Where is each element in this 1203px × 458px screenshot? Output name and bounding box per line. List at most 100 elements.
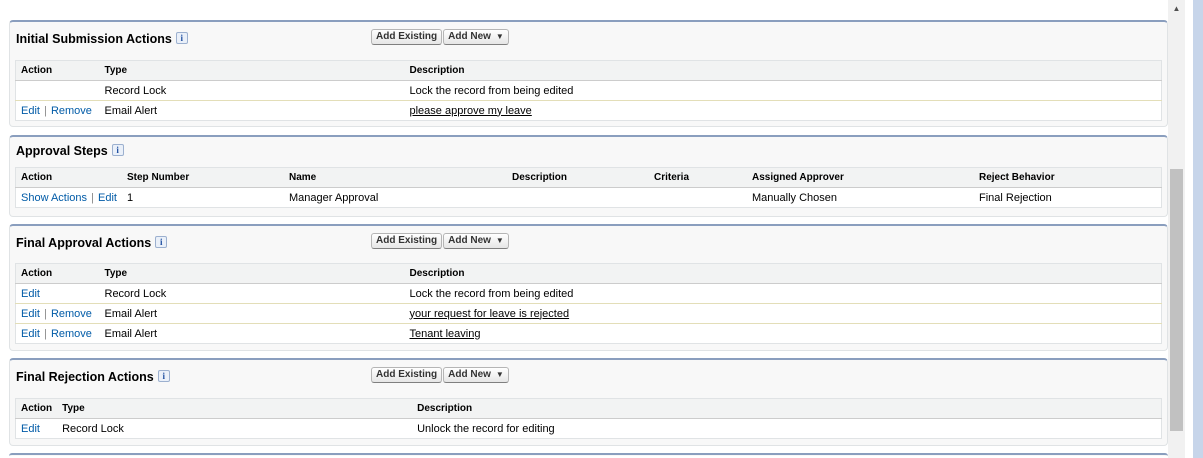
description-cell: Lock the record from being edited xyxy=(404,80,1162,101)
column-header-description: Description xyxy=(404,60,1162,81)
action-cell: Show Actions | Edit xyxy=(16,188,123,208)
table-header-row: Action Type Description xyxy=(15,398,1162,419)
table-row: Edit | Remove Email Alert Tenant leaving xyxy=(16,324,1162,344)
table-row: Edit Record Lock Unlock the record for e… xyxy=(16,419,1162,439)
description-cell xyxy=(507,188,649,208)
table-header-row: Action Step Number Name Description Crit… xyxy=(15,167,1162,188)
type-cell: Email Alert xyxy=(99,303,405,324)
description-cell: your request for leave is rejected xyxy=(404,303,1162,324)
scroll-thumb[interactable] xyxy=(1170,169,1183,431)
column-header-type: Type xyxy=(99,263,405,284)
description-cell: please approve my leave xyxy=(405,101,1162,121)
table-row: Edit | Remove Email Alert your request f… xyxy=(15,303,1162,324)
type-cell: Record Lock xyxy=(62,422,124,435)
final-rejection-section: Final Rejection Actions i Add Existing Add… xyxy=(9,358,1168,446)
separator: | xyxy=(40,327,50,340)
edit-link[interactable]: Edit xyxy=(21,288,40,300)
action-cell: Edit | Remove xyxy=(15,303,100,324)
info-icon[interactable]: i xyxy=(155,236,168,248)
info-icon[interactable]: i xyxy=(157,370,170,382)
approval-steps-title: Approval Steps xyxy=(16,144,108,158)
info-icon[interactable]: i xyxy=(111,144,124,156)
separator: | xyxy=(88,191,98,204)
email-alert-link[interactable]: Tenant leaving xyxy=(410,328,481,340)
email-alert-link[interactable]: your request for leave is rejected xyxy=(410,308,570,320)
description-cell: Unlock the record for editing xyxy=(417,422,555,435)
email-alert-link[interactable]: please approve my leave xyxy=(410,105,532,117)
column-header-name: Name xyxy=(284,167,507,188)
type-cell: Email Alert xyxy=(104,104,158,117)
name-cell: Manager Approval xyxy=(289,191,379,204)
final-rejection-table: Action Type Description Edit Record Lock… xyxy=(15,398,1162,439)
edit-link[interactable]: Edit xyxy=(21,423,40,435)
table-header-row: Action Type Description xyxy=(15,263,1162,284)
section-title: Initial Submission Actions i xyxy=(16,32,188,46)
table-row: Record Lock Lock the record from being e… xyxy=(15,80,1162,101)
column-header-action: Action xyxy=(15,398,58,419)
section-title: Final Rejection Actions i xyxy=(16,370,170,384)
add-new-button[interactable]: Add New ▼ xyxy=(443,29,509,45)
add-new-label: Add New xyxy=(448,369,491,380)
separator: | xyxy=(40,104,50,117)
column-header-action: Action xyxy=(15,60,100,81)
reject-behavior-cell: Final Rejection xyxy=(979,191,1052,204)
dropdown-arrow-icon: ▼ xyxy=(495,370,504,379)
table-row: Edit Record Lock Lock the record from be… xyxy=(15,283,1162,304)
info-icon[interactable]: i xyxy=(175,32,188,44)
action-cell xyxy=(15,80,100,101)
section-title: Final Approval Actions i xyxy=(16,236,168,250)
column-header-action: Action xyxy=(15,167,122,188)
add-existing-button[interactable]: Add Existing xyxy=(371,233,443,249)
table-row: Edit | Remove Email Alert please approve… xyxy=(16,101,1162,121)
action-cell: Edit xyxy=(15,283,100,304)
next-section-edge xyxy=(9,453,1168,456)
criteria-cell xyxy=(649,188,747,208)
section-title: Approval Steps i xyxy=(16,144,124,158)
button-group: Add Existing Add New ▼ xyxy=(371,233,510,249)
button-group: Add Existing Add New ▼ xyxy=(371,367,510,383)
remove-link[interactable]: Remove xyxy=(51,328,92,340)
column-header-action: Action xyxy=(15,263,100,284)
step-number-cell: 1 xyxy=(127,191,134,204)
description-cell: Lock the record from being edited xyxy=(404,283,1162,304)
remove-link[interactable]: Remove xyxy=(51,105,92,117)
column-header-step-number: Step Number xyxy=(122,167,284,188)
final-rejection-title: Final Rejection Actions xyxy=(16,370,154,384)
final-approval-section: Final Approval Actions i Add Existing Add … xyxy=(9,224,1168,351)
edit-link[interactable]: Edit xyxy=(21,105,40,117)
add-new-button[interactable]: Add New ▼ xyxy=(443,233,509,249)
table-header-row: Action Type Description xyxy=(15,60,1162,81)
edit-link[interactable]: Edit xyxy=(21,328,40,340)
approval-process-detail: Initial Submission Actions i Add Existing… xyxy=(0,0,1168,458)
right-edge-bar xyxy=(1193,0,1203,458)
approval-steps-table: Action Step Number Name Description Crit… xyxy=(15,167,1162,208)
initial-submission-table: Action Type Description Record Lock Lock… xyxy=(15,60,1162,121)
right-edge-strip xyxy=(1185,0,1203,458)
action-cell: Edit | Remove xyxy=(16,324,100,344)
add-new-label: Add New xyxy=(448,235,491,246)
column-header-description: Description xyxy=(507,167,649,188)
column-header-description: Description xyxy=(412,398,1162,419)
type-cell: Record Lock xyxy=(99,283,405,304)
description-cell: Tenant leaving xyxy=(405,324,1162,344)
initial-submission-section: Initial Submission Actions i Add Existing… xyxy=(9,20,1168,127)
type-cell: Email Alert xyxy=(104,327,158,340)
edit-link[interactable]: Edit xyxy=(98,192,117,204)
vertical-scrollbar[interactable]: ▲ xyxy=(1168,0,1185,458)
add-existing-button[interactable]: Add Existing xyxy=(371,29,443,45)
separator: | xyxy=(40,307,50,320)
scroll-up-arrow-icon[interactable]: ▲ xyxy=(1168,0,1185,17)
add-new-button[interactable]: Add New ▼ xyxy=(443,367,509,383)
button-group: Add Existing Add New ▼ xyxy=(371,29,510,45)
final-approval-title: Final Approval Actions xyxy=(16,236,152,250)
add-existing-button[interactable]: Add Existing xyxy=(371,367,443,383)
approval-steps-section: Approval Steps i Action Step Number Name … xyxy=(9,135,1168,217)
initial-submission-title: Initial Submission Actions xyxy=(16,32,172,46)
edit-link[interactable]: Edit xyxy=(21,308,40,320)
type-cell: Record Lock xyxy=(99,80,405,101)
dropdown-arrow-icon: ▼ xyxy=(495,236,504,245)
column-header-reject-behavior: Reject Behavior xyxy=(974,167,1162,188)
column-header-criteria: Criteria xyxy=(649,167,747,188)
show-actions-link[interactable]: Show Actions xyxy=(21,192,87,204)
remove-link[interactable]: Remove xyxy=(51,308,92,320)
